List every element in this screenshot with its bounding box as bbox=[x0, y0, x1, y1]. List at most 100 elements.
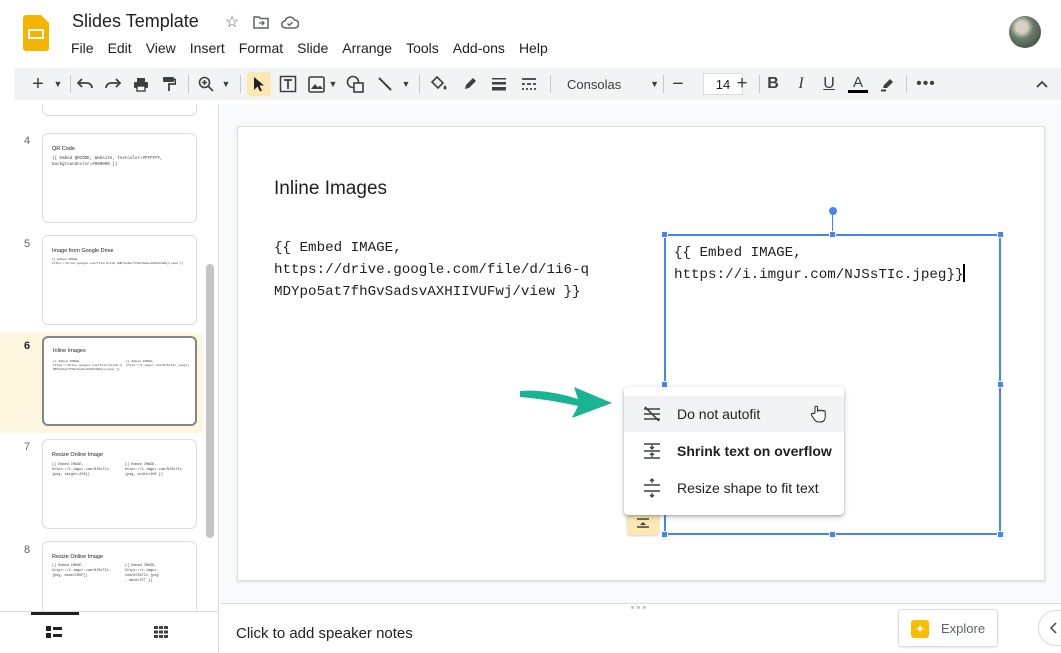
slides-logo-icon[interactable] bbox=[23, 15, 49, 51]
thumb-body: [{ Embed IMAGE, https://i.imgur.com/NJSs… bbox=[52, 463, 111, 477]
thumb-body: {{ Embed IMAGE, https://drive.google.com… bbox=[53, 359, 122, 372]
decrease-font-size-icon[interactable]: − bbox=[667, 72, 689, 96]
resize-handle-bottom-left[interactable] bbox=[661, 531, 668, 538]
slide-item-6[interactable]: 6 Inline Images {{ Embed IMAGE, https://… bbox=[0, 333, 203, 433]
text-color-icon[interactable]: A bbox=[846, 72, 870, 96]
document-title[interactable]: Slides Template bbox=[72, 11, 199, 32]
filmstrip-scrollbar[interactable] bbox=[206, 264, 214, 538]
thumb-title: Inline Images bbox=[53, 348, 86, 354]
font-family-dropdown-icon: ▼ bbox=[650, 79, 659, 89]
new-slide-dropdown-icon[interactable]: ▼ bbox=[52, 72, 64, 96]
hand-cursor-icon bbox=[810, 405, 826, 423]
slide-thumbnail-7[interactable]: Resize Online Image [{ Embed IMAGE, http… bbox=[42, 439, 197, 529]
right-text-content[interactable]: {{ Embed IMAGE, https://i.imgur.com/NJSs… bbox=[674, 242, 966, 286]
side-panel-toggle-icon[interactable] bbox=[1038, 610, 1061, 646]
menu-slide[interactable]: Slide bbox=[290, 38, 335, 58]
zoom-dropdown-icon[interactable]: ▼ bbox=[220, 72, 232, 96]
collapse-toolbar-icon[interactable] bbox=[1032, 72, 1052, 96]
redo-icon[interactable] bbox=[102, 72, 124, 96]
border-color-icon[interactable] bbox=[459, 72, 481, 96]
avatar[interactable] bbox=[1009, 16, 1041, 48]
resize-handle-top-right[interactable] bbox=[997, 231, 1004, 238]
menu-arrange[interactable]: Arrange bbox=[335, 38, 399, 58]
highlight-color-icon[interactable] bbox=[876, 72, 898, 96]
resize-handle-top[interactable] bbox=[829, 231, 836, 238]
menu-item-do-not-autofit[interactable]: Do not autofit bbox=[624, 396, 844, 432]
menu-item-shrink-text-on-overflow[interactable]: Shrink text on overflow bbox=[624, 433, 844, 469]
fill-color-icon[interactable] bbox=[428, 72, 450, 96]
menu-insert[interactable]: Insert bbox=[183, 38, 232, 58]
text-box-icon[interactable] bbox=[277, 72, 299, 96]
image-dropdown-icon[interactable]: ▼ bbox=[327, 72, 339, 96]
italic-icon[interactable]: I bbox=[790, 72, 812, 96]
menu-format[interactable]: Format bbox=[232, 38, 290, 58]
select-cursor-icon[interactable] bbox=[247, 72, 271, 96]
border-dash-icon[interactable] bbox=[518, 72, 540, 96]
rotate-handle[interactable] bbox=[829, 207, 837, 215]
thumb-title: Resize Online Image bbox=[52, 554, 104, 560]
font-family-value: Consolas bbox=[567, 76, 622, 92]
slide-thumbnail-3[interactable] bbox=[42, 104, 197, 116]
paint-format-icon[interactable] bbox=[158, 72, 180, 96]
explore-label: Explore bbox=[941, 621, 986, 636]
line-icon[interactable] bbox=[374, 72, 396, 96]
resize-handle-top-left[interactable] bbox=[661, 231, 668, 238]
image-icon[interactable] bbox=[305, 72, 327, 96]
border-weight-icon[interactable] bbox=[488, 72, 510, 96]
underline-icon[interactable]: U bbox=[818, 72, 840, 96]
explore-button[interactable]: ✦ Explore bbox=[898, 609, 998, 647]
thumb-body-right: [{ Embed IMAGE, https://i.imgur.com/NJSs… bbox=[125, 463, 184, 477]
slide-number: 8 bbox=[24, 544, 31, 556]
cloud-status-icon[interactable] bbox=[280, 12, 300, 32]
print-icon[interactable] bbox=[130, 72, 152, 96]
slide-title[interactable]: Inline Images bbox=[274, 178, 387, 200]
undo-icon[interactable] bbox=[74, 72, 96, 96]
zoom-icon[interactable] bbox=[196, 72, 216, 96]
slide-number: 7 bbox=[24, 441, 31, 453]
star-icon[interactable]: ☆ bbox=[222, 12, 242, 32]
menu-item-resize-shape-to-fit-text[interactable]: Resize shape to fit text bbox=[624, 470, 844, 506]
slide-number: 5 bbox=[24, 238, 31, 250]
slide-thumbnail-6[interactable]: Inline Images {{ Embed IMAGE, https://dr… bbox=[42, 336, 197, 426]
text-caret bbox=[963, 264, 966, 282]
speaker-notes-input[interactable]: Click to add speaker notes bbox=[236, 625, 413, 642]
move-folder-icon[interactable] bbox=[251, 12, 271, 32]
menu-view[interactable]: View bbox=[139, 38, 183, 58]
left-text-box[interactable]: {{ Embed IMAGE, https://drive.google.com… bbox=[274, 237, 589, 303]
slide-filmstrip: 4 QR Code {{ Embed QRCODE, Website, text… bbox=[0, 104, 219, 611]
resize-handle-bottom[interactable] bbox=[829, 531, 836, 538]
notes-resize-grip[interactable] bbox=[631, 606, 646, 609]
new-slide-icon[interactable]: + bbox=[28, 72, 48, 96]
menu-help[interactable]: Help bbox=[512, 38, 555, 58]
menu-edit[interactable]: Edit bbox=[101, 38, 139, 58]
thumb-title: Image from Google Drive bbox=[52, 248, 114, 254]
slide-item-8[interactable]: 8 Resize Online Image [{ Embed IMAGE, ht… bbox=[0, 540, 203, 611]
slide-item-4[interactable]: 4 QR Code {{ Embed QRCODE, Website, text… bbox=[0, 131, 203, 231]
font-family-select[interactable]: Consolas ▼ bbox=[567, 72, 659, 96]
resize-shape-icon bbox=[644, 478, 660, 498]
filmstrip-view-icon[interactable] bbox=[44, 622, 64, 642]
thumb-title: Resize Online Image bbox=[52, 452, 104, 458]
thumb-title: QR Code bbox=[52, 146, 75, 152]
shape-icon[interactable] bbox=[344, 72, 366, 96]
more-options-icon[interactable]: ••• bbox=[914, 72, 938, 96]
slide-thumbnail-5[interactable]: Image from Google Drive {{ Embed IMAGE, … bbox=[42, 235, 197, 325]
right-text: {{ Embed IMAGE, https://i.imgur.com/NJSs… bbox=[674, 245, 964, 283]
slide-item-7[interactable]: 7 Resize Online Image [{ Embed IMAGE, ht… bbox=[0, 437, 203, 537]
slide-item-5[interactable]: 5 Image from Google Drive {{ Embed IMAGE… bbox=[0, 234, 203, 334]
line-dropdown-icon[interactable]: ▼ bbox=[400, 72, 412, 96]
menu-item-label: Shrink text on overflow bbox=[677, 443, 832, 459]
slide-canvas-area: Inline Images {{ Embed IMAGE, https://dr… bbox=[220, 104, 1061, 603]
increase-font-size-icon[interactable]: + bbox=[731, 72, 753, 96]
bold-icon[interactable]: B bbox=[762, 72, 784, 96]
menu-addons[interactable]: Add-ons bbox=[446, 38, 512, 58]
grid-view-icon[interactable] bbox=[151, 622, 171, 642]
slide-thumbnail-4[interactable]: QR Code {{ Embed QRCODE, Website, textco… bbox=[42, 133, 197, 223]
speaker-notes-area: Click to add speaker notes ✦ Explore bbox=[220, 603, 1061, 653]
menu-file[interactable]: File bbox=[64, 38, 101, 58]
resize-handle-bottom-right[interactable] bbox=[997, 531, 1004, 538]
menu-tools[interactable]: Tools bbox=[399, 38, 446, 58]
resize-handle-right[interactable] bbox=[997, 381, 1004, 388]
thumb-body-right: {{ Embed IMAGE, https://i.imgur.com/NJSs… bbox=[126, 359, 190, 368]
slide-thumbnail-8[interactable]: Resize Online Image [{ Embed IMAGE, http… bbox=[42, 541, 197, 611]
